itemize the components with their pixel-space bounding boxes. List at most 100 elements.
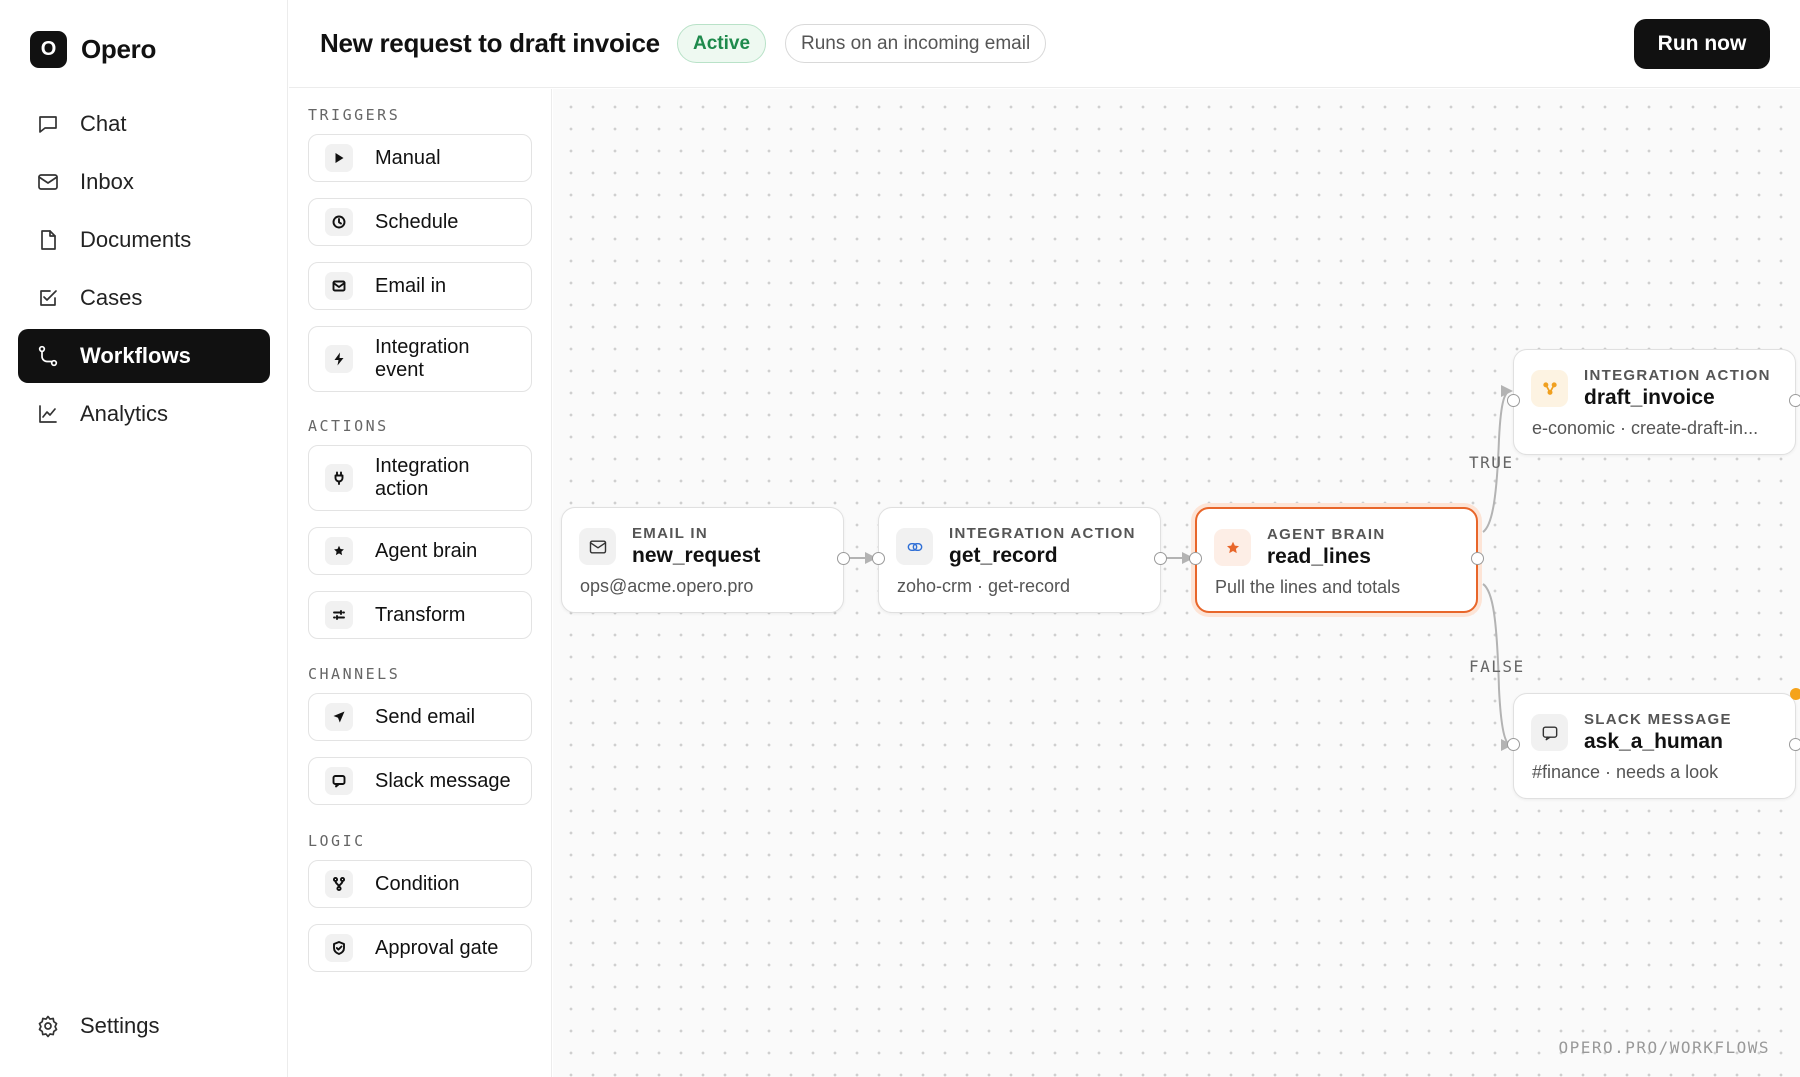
input-port[interactable] [872, 552, 885, 565]
input-port[interactable] [1507, 394, 1520, 407]
chat-icon [39, 116, 57, 133]
workflow-icon [38, 345, 58, 367]
checkbox-icon [40, 290, 57, 306]
palette-item-integration-action[interactable]: Integration action [308, 445, 532, 511]
section-label-channels: CHANNELS [308, 665, 401, 683]
node-subtitle: e-conomic · create-draft-in... [1532, 418, 1759, 438]
palette-item-schedule[interactable]: Schedule [308, 198, 532, 246]
node-ask-a-human[interactable]: SLACK MESSAGE ask_a_human #finance · nee… [1507, 688, 1800, 799]
section-label-actions: ACTIONS [308, 417, 389, 435]
input-port[interactable] [1189, 552, 1202, 565]
message-icon [1531, 714, 1568, 751]
run-now-button[interactable]: Run now [1634, 19, 1770, 69]
output-port[interactable] [1789, 738, 1800, 751]
palette-item-slack-message[interactable]: Slack message [308, 757, 532, 805]
trigger-summary-badge: Runs on an incoming email [785, 24, 1047, 63]
clock-icon [325, 208, 353, 236]
palette-item-manual[interactable]: Manual [308, 134, 532, 182]
palette-item-integration-event[interactable]: Integration event [308, 326, 532, 392]
palette-item-agent-brain[interactable]: Agent brain [308, 527, 532, 575]
nav-item-label: Cases [80, 285, 143, 310]
node-subtitle: ops@acme.opero.pro [580, 576, 754, 596]
mail-icon [38, 174, 58, 190]
nav-item-documents[interactable]: Documents [18, 213, 270, 267]
palette-item-label: Transform [375, 603, 466, 626]
edge-label-true: TRUE [1469, 453, 1514, 472]
nav-item-analytics[interactable]: Analytics [18, 387, 270, 441]
star-icon [325, 537, 353, 565]
status-dot [1790, 688, 1800, 700]
output-port[interactable] [1154, 552, 1167, 565]
palette-item-label: Manual [375, 146, 441, 169]
page-title: New request to draft invoice [320, 28, 660, 58]
output-port[interactable] [1789, 394, 1800, 407]
nav-item-chat[interactable]: Chat [18, 97, 270, 151]
node-name: get_record [949, 544, 1058, 567]
star-icon [1214, 529, 1251, 566]
brand[interactable]: O Opero [30, 31, 156, 68]
output-port[interactable] [837, 552, 850, 565]
economic-logo-icon [1531, 370, 1568, 407]
palette-item-label: Schedule [375, 210, 459, 233]
node-subtitle: Pull the lines and totals [1215, 577, 1401, 597]
palette-item-label: Integration action [375, 455, 470, 500]
node-name: read_lines [1267, 545, 1371, 568]
node-kind: SLACK MESSAGE [1584, 711, 1732, 728]
branch-icon [325, 870, 353, 898]
node-subtitle: zoho-crm · get-record [897, 576, 1071, 596]
plug-icon [325, 464, 353, 492]
palette-item-approval-gate[interactable]: Approval gate [308, 924, 532, 972]
bolt-icon [325, 345, 353, 373]
mail-icon [579, 528, 616, 565]
section-label-logic: LOGIC [308, 832, 366, 850]
workflow-canvas[interactable]: TRUE FALSE EMAIL IN new_request ops@acme… [553, 89, 1800, 1077]
transform-icon [325, 601, 353, 629]
send-icon [325, 703, 353, 731]
input-port[interactable] [1507, 738, 1520, 751]
brand-logo: O [30, 31, 67, 68]
palette-item-send-email[interactable]: Send email [308, 693, 532, 741]
brand-name: Opero [81, 34, 157, 64]
nav-item-inbox[interactable]: Inbox [18, 155, 270, 209]
play-icon [325, 144, 353, 172]
shield-icon [325, 934, 353, 962]
message-icon [325, 767, 353, 795]
nav-item-label: Chat [80, 111, 127, 136]
nav-item-label: Settings [80, 1013, 160, 1038]
node-kind: INTEGRATION ACTION [1584, 367, 1771, 384]
node-name: new_request [632, 544, 761, 567]
palette-item-label: Agent brain [375, 539, 478, 562]
node-read-lines[interactable]: AGENT BRAIN read_lines Pull the lines an… [1189, 507, 1484, 613]
main-nav: Chat Inbox Documents Cases Workflows Ana… [18, 97, 270, 445]
chart-icon [39, 405, 57, 423]
nav-item-cases[interactable]: Cases [18, 271, 270, 325]
section-label-triggers: TRIGGERS [308, 106, 401, 124]
status-badge: Active [677, 24, 767, 63]
edge-label-false: FALSE [1469, 657, 1525, 676]
node-name: draft_invoice [1584, 386, 1715, 409]
node-get-record[interactable]: INTEGRATION ACTION get_record zoho-crm ·… [872, 507, 1167, 613]
nav-item-label: Inbox [80, 169, 134, 194]
node-palette: TRIGGERS Manual Schedule Email in Integr… [289, 89, 552, 1077]
mail-icon [325, 272, 353, 300]
sidebar: O Opero Chat Inbox Documents Cases Workf… [0, 0, 288, 1077]
link-icon [896, 528, 933, 565]
node-draft-invoice[interactable]: INTEGRATION ACTION draft_invoice e-conom… [1507, 349, 1800, 455]
gear-icon [38, 1015, 58, 1038]
page-header: New request to draft invoice Active Runs… [289, 0, 1800, 88]
node-kind: EMAIL IN [632, 525, 708, 542]
nav-item-label: Workflows [80, 343, 191, 368]
palette-item-condition[interactable]: Condition [308, 860, 532, 908]
palette-item-label: Send email [375, 705, 476, 728]
palette-item-label: Integration event [375, 336, 470, 381]
nav-item-settings[interactable]: Settings [18, 999, 270, 1053]
watermark: OPERO.PRO/WORKFLOWS [1558, 1038, 1770, 1057]
node-kind: INTEGRATION ACTION [949, 525, 1136, 542]
palette-item-transform[interactable]: Transform [308, 591, 532, 639]
palette-item-email-in[interactable]: Email in [308, 262, 532, 310]
node-new-request[interactable]: EMAIL IN new_request ops@acme.opero.pro [561, 507, 850, 613]
output-port[interactable] [1471, 552, 1484, 565]
palette-item-label: Condition [375, 872, 460, 895]
nav-item-workflows[interactable]: Workflows [18, 329, 270, 383]
palette-item-label: Email in [375, 274, 447, 297]
